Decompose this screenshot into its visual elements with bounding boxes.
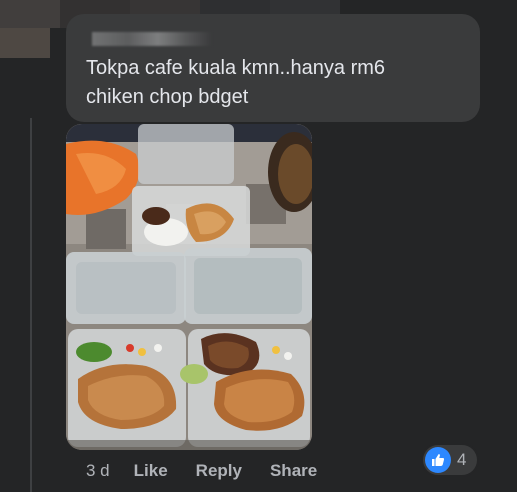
comment-text: Tokpa cafe kuala kmn..hanya rm6 chiken c… (86, 54, 466, 112)
comment-actions: 3 d Like Reply Share (86, 460, 345, 482)
thumbs-up-icon (425, 447, 451, 473)
reply-button[interactable]: Reply (196, 461, 242, 481)
food-photo-illustration (66, 124, 312, 450)
reaction-summary[interactable]: 4 (423, 445, 477, 475)
obscured-author-name (92, 32, 212, 46)
comment-panel: Tokpa cafe kuala kmn..hanya rm6 chiken c… (0, 0, 517, 492)
reaction-count: 4 (457, 450, 467, 469)
like-button[interactable]: Like (134, 461, 168, 481)
comment-text-line-2: chiken chop bdget (86, 86, 249, 108)
comment-photo[interactable] (66, 124, 312, 450)
comment-text-line-1: Tokpa cafe kuala kmn..hanya rm6 (86, 57, 386, 79)
timestamp[interactable]: 3 d (86, 461, 110, 481)
share-button[interactable]: Share (270, 461, 317, 481)
thread-line (30, 118, 32, 492)
comment-bubble: Tokpa cafe kuala kmn..hanya rm6 chiken c… (66, 14, 480, 122)
